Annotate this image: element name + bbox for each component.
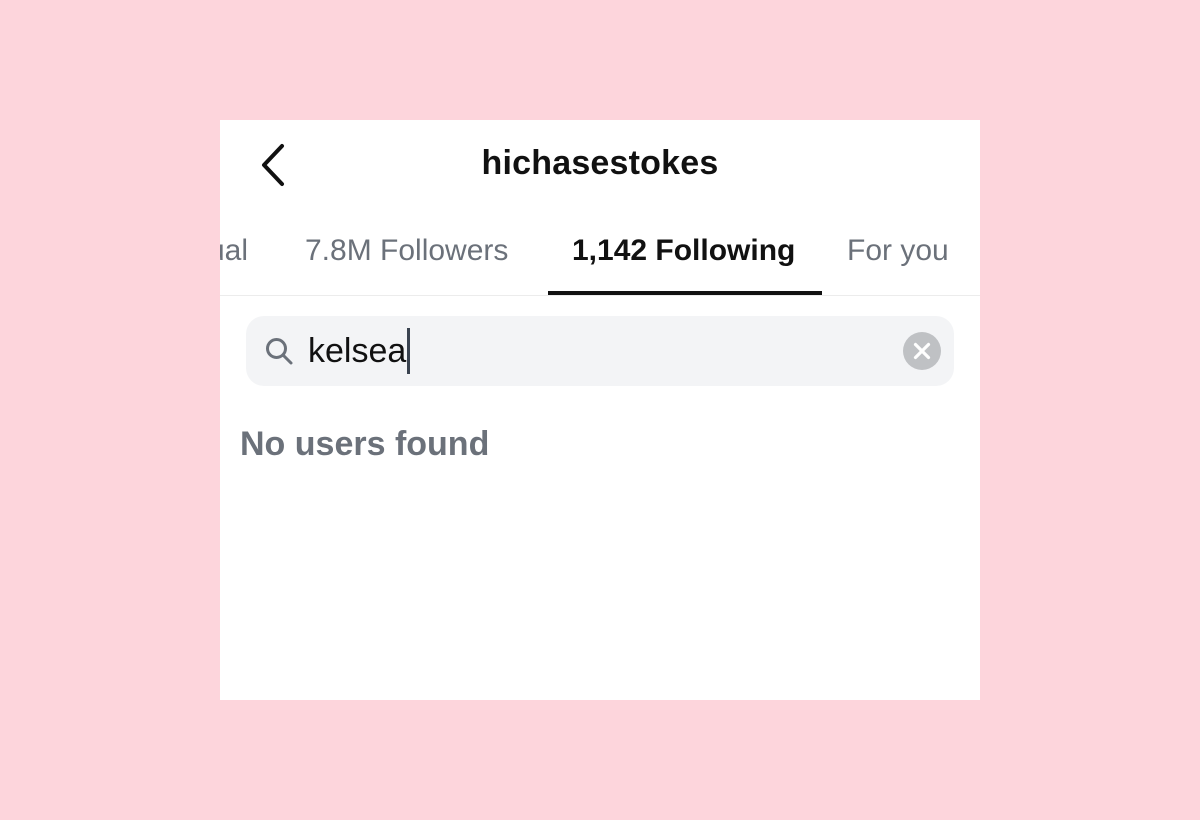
page-title: hichasestokes	[481, 144, 719, 182]
tab-followers[interactable]: 7.8M Followers	[305, 234, 508, 268]
search-icon	[266, 338, 293, 365]
search-input-value: kelsea	[308, 332, 407, 370]
clear-icon	[913, 342, 931, 360]
tab-bar: ual 7.8M Followers 1,142 Following For y…	[220, 220, 980, 296]
following-screen: hichasestokes ual 7.8M Followers 1,142 F…	[220, 120, 980, 700]
tab-mutual[interactable]: ual	[220, 234, 248, 268]
tab-for-you[interactable]: For you	[847, 234, 949, 268]
active-tab-indicator	[548, 291, 822, 295]
search-input[interactable]: kelsea	[308, 328, 411, 374]
clear-search-button[interactable]	[903, 332, 941, 370]
empty-state-message: No users found	[240, 425, 490, 463]
tab-following[interactable]: 1,142 Following	[572, 234, 795, 268]
text-caret	[407, 328, 411, 374]
search-box[interactable]: kelsea	[246, 316, 954, 386]
header: hichasestokes	[220, 120, 980, 210]
